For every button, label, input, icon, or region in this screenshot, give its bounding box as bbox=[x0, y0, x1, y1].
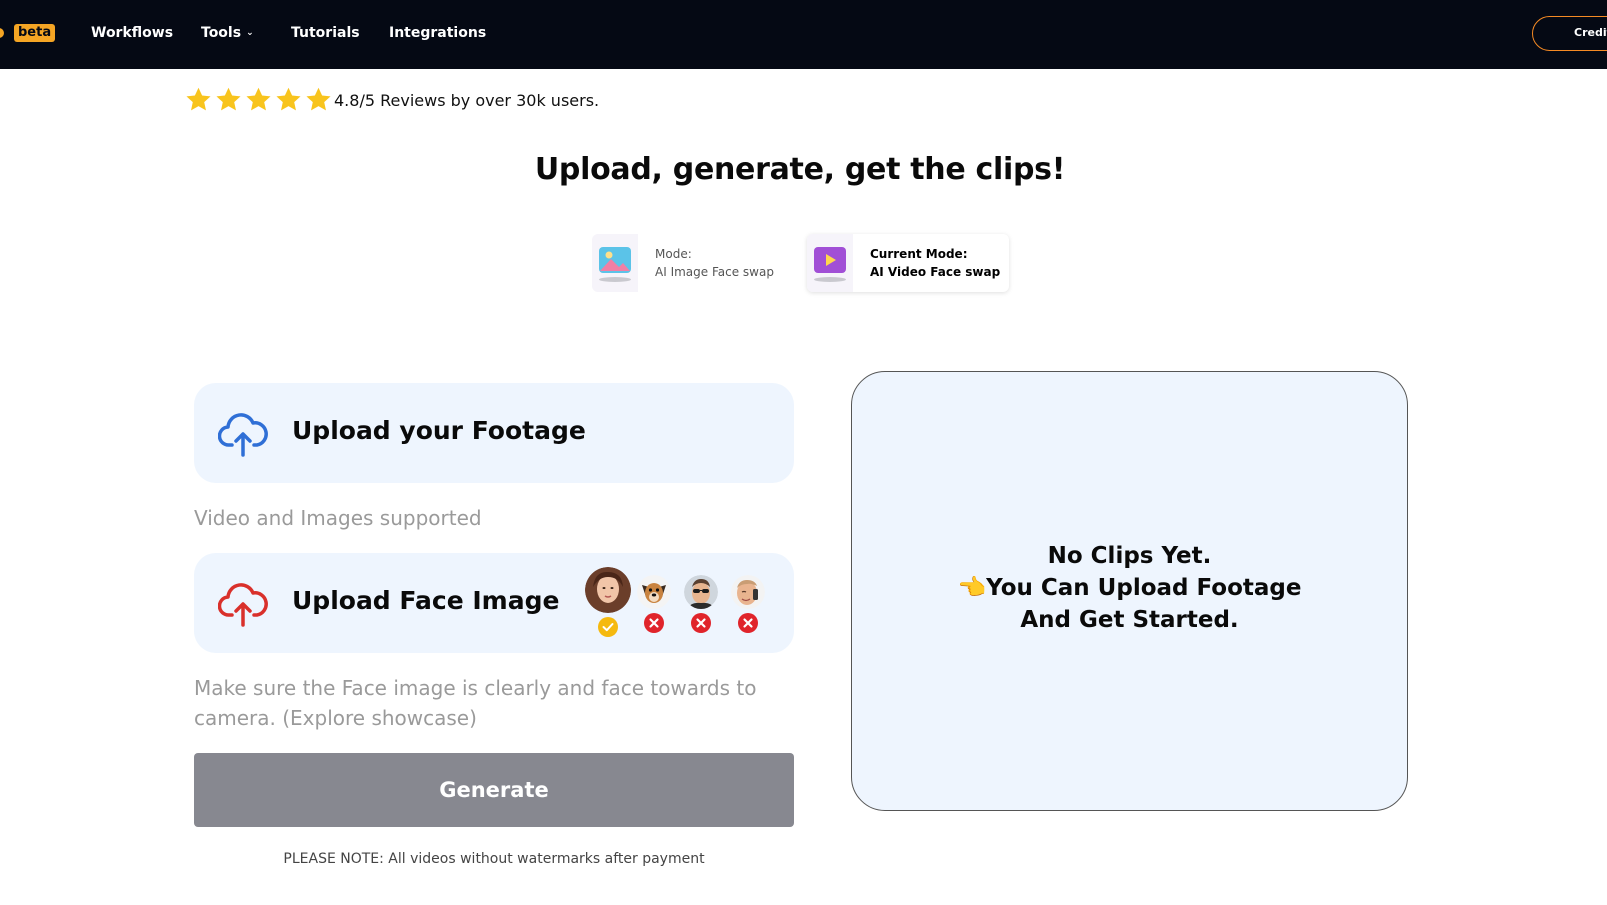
beta-badge: beta bbox=[14, 24, 56, 42]
payment-note: PLEASE NOTE: All videos without watermar… bbox=[283, 851, 705, 867]
generate-button[interactable]: Generate bbox=[194, 753, 794, 827]
empty-state-line-3: And Get Started. bbox=[1020, 607, 1239, 633]
credits-button[interactable]: Credits bbox=[1532, 16, 1607, 51]
empty-state-message: No Clips Yet. 👈You Can Upload Footage An… bbox=[852, 540, 1407, 636]
upload-footage-dropzone[interactable]: Upload your Footage bbox=[194, 383, 794, 483]
woman-face-avatar bbox=[585, 567, 631, 613]
footage-hint: Video and Images supported bbox=[194, 506, 482, 530]
cross-icon bbox=[738, 613, 758, 633]
nav-tools[interactable]: Tools ⌄ bbox=[201, 22, 254, 46]
nav-tutorials[interactable]: Tutorials bbox=[291, 22, 360, 44]
video-mode-icon-wrap bbox=[807, 234, 853, 292]
star-icon bbox=[306, 87, 331, 111]
upload-face-dropzone[interactable]: Upload Face Image bbox=[194, 553, 794, 653]
star-icon bbox=[216, 87, 241, 111]
empty-state-line-2: 👈You Can Upload Footage bbox=[957, 575, 1302, 601]
mode-image-face-swap[interactable]: Mode: AI Image Face swap bbox=[592, 234, 792, 292]
chevron-down-icon: ⌄ bbox=[246, 28, 254, 38]
man-sunglasses-avatar bbox=[684, 575, 718, 609]
image-mode-icon-wrap bbox=[592, 234, 638, 292]
man-phone-avatar bbox=[731, 575, 765, 609]
face-examples bbox=[585, 567, 788, 647]
reviews-row: 4.8/5 Reviews by over 30k users. bbox=[184, 86, 599, 114]
mode-name: AI Image Face swap bbox=[655, 265, 774, 279]
page-title: Upload, generate, get the clips! bbox=[534, 152, 1066, 187]
mode-name: AI Video Face swap bbox=[870, 265, 1001, 279]
nav-integrations[interactable]: Integrations bbox=[389, 22, 486, 44]
top-nav: beta Workflows Tools ⌄ Tutorials Integrat… bbox=[0, 0, 1607, 69]
mode-video-face-swap[interactable]: Current Mode: AI Video Face swap bbox=[807, 234, 1009, 292]
cross-icon bbox=[691, 613, 711, 633]
nav-workflows[interactable]: Workflows bbox=[91, 22, 173, 44]
star-icon bbox=[186, 87, 211, 111]
check-icon bbox=[598, 617, 618, 637]
face-hint: Make sure the Face image is clearly and … bbox=[194, 676, 757, 730]
cloud-upload-icon bbox=[218, 413, 268, 457]
example-man-sunglasses bbox=[683, 567, 719, 633]
icon-shadow bbox=[814, 277, 846, 282]
mode-text: Mode: AI Image Face swap bbox=[655, 245, 774, 281]
nav-tools-label: Tools bbox=[201, 25, 242, 41]
star-icon bbox=[246, 87, 271, 111]
dog-avatar bbox=[637, 575, 671, 609]
empty-state-line-1: No Clips Yet. bbox=[1047, 543, 1212, 569]
upload-face-label: Upload Face Image bbox=[292, 586, 560, 615]
example-man-phone bbox=[730, 567, 766, 633]
logo-icon[interactable] bbox=[0, 28, 4, 38]
cross-icon bbox=[644, 613, 664, 633]
mode-label: Mode: bbox=[655, 247, 692, 261]
example-dog bbox=[636, 567, 672, 633]
clips-preview-panel: No Clips Yet. 👈You Can Upload Footage An… bbox=[851, 371, 1408, 811]
image-icon bbox=[599, 247, 631, 273]
video-icon bbox=[814, 247, 846, 273]
upload-footage-label: Upload your Footage bbox=[292, 416, 586, 445]
cloud-upload-icon bbox=[218, 583, 268, 627]
mode-label: Current Mode: bbox=[870, 247, 968, 261]
rating-text: 4.8/5 Reviews by over 30k users. bbox=[334, 90, 600, 110]
icon-shadow bbox=[599, 277, 631, 282]
mode-text: Current Mode: AI Video Face swap bbox=[870, 245, 1000, 281]
star-icon bbox=[276, 87, 301, 111]
example-woman bbox=[584, 567, 632, 637]
